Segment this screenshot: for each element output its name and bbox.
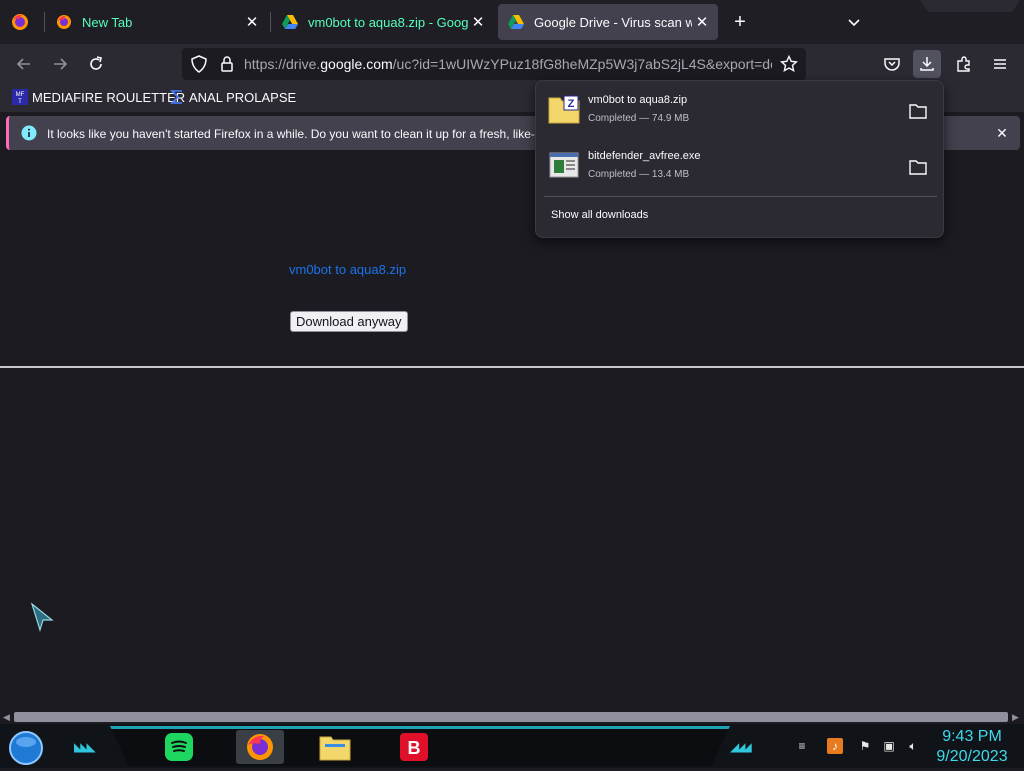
back-arrow-icon[interactable] — [10, 50, 38, 78]
file-explorer-icon[interactable] — [317, 730, 353, 764]
bookmark-mediafire-rouletter[interactable]: MF T MEDIAFIRE ROULETTER — [12, 89, 185, 105]
notification-text: It looks like you haven't started Firefo… — [47, 127, 542, 141]
download-anyway-button[interactable]: Download anyway — [290, 311, 408, 332]
downloads-panel: Z vm0bot to aqua8.zip Completed — 74.9 M… — [535, 80, 944, 238]
downloads-icon[interactable] — [913, 50, 941, 78]
google-drive-icon — [282, 15, 298, 29]
new-tab-plus-icon[interactable]: + — [729, 12, 751, 34]
exe-installer-icon — [548, 150, 580, 180]
scroll-right-icon[interactable]: ▶ — [1012, 712, 1019, 723]
action-center-flag-icon[interactable]: ⚑ — [857, 738, 873, 754]
tab-strip: New Tab ✕ vm0bot to aqua8.zip - Google D… — [0, 0, 1024, 44]
show-all-downloads-button[interactable]: Show all downloads — [551, 209, 648, 221]
tab-drive-zip[interactable]: vm0bot to aqua8.zip - Google Drive ✕ — [272, 4, 494, 40]
sigma-icon — [170, 90, 182, 104]
url-text[interactable]: https://drive.google.com/uc?id=1wUIWzYPu… — [244, 56, 772, 72]
hamburger-menu-icon[interactable] — [986, 50, 1014, 78]
decorative-chevrons: ◢◢◢ — [730, 740, 752, 754]
download-item[interactable]: Z vm0bot to aqua8.zip Completed — 74.9 M… — [544, 86, 937, 136]
close-icon[interactable]: ✕ — [468, 12, 488, 32]
divider — [0, 366, 1024, 368]
clock-date[interactable]: 9/20/2023 — [930, 748, 1014, 766]
navigation-toolbar: https://drive.google.com/uc?id=1wUIWzYPu… — [0, 44, 1024, 84]
page-content: vm0bot to aqua8.zip Download anyway — [0, 156, 1024, 710]
download-name: bitdefender_avfree.exe — [588, 150, 701, 162]
close-icon[interactable]: ✕ — [692, 12, 712, 32]
url-host: google.com — [320, 56, 393, 72]
reload-icon[interactable] — [82, 50, 110, 78]
download-name: vm0bot to aqua8.zip — [588, 94, 688, 106]
close-icon[interactable]: ✕ — [993, 124, 1011, 142]
url-bar[interactable]: https://drive.google.com/uc?id=1wUIWzYPu… — [182, 48, 806, 80]
volume-icon[interactable]: 🔈︎ — [905, 738, 921, 754]
extensions-puzzle-icon[interactable] — [950, 50, 978, 78]
brave-icon[interactable]: B — [396, 730, 432, 764]
firefox-icon[interactable] — [236, 730, 284, 764]
scroll-left-icon[interactable]: ◀ — [3, 712, 10, 723]
tab-drive-virus-warning[interactable]: Google Drive - Virus scan warning ✕ — [498, 4, 718, 40]
network-icon[interactable]: ▣ — [881, 738, 897, 754]
clock-time[interactable]: 9:43 PM — [930, 728, 1014, 746]
close-icon[interactable]: ✕ — [242, 12, 262, 32]
svg-text:Z: Z — [568, 98, 575, 110]
bookmark-anal-prolapse[interactable]: ANAL PROLAPSE — [169, 89, 296, 105]
download-status: Completed — 74.9 MB — [588, 113, 690, 124]
tab-title: New Tab — [82, 14, 133, 30]
divider — [544, 196, 937, 197]
tracking-protection-shield-icon[interactable] — [190, 55, 208, 73]
window-frame-decoration — [920, 0, 1020, 12]
bookmark-label: MEDIAFIRE ROULETTER — [32, 89, 186, 105]
forward-arrow-icon[interactable] — [46, 50, 74, 78]
spotify-icon[interactable] — [161, 730, 197, 764]
firefox-view-icon[interactable] — [10, 12, 30, 32]
file-name-link[interactable]: vm0bot to aqua8.zip — [289, 262, 406, 277]
tab-title: vm0bot to aqua8.zip - Google Drive — [308, 14, 468, 30]
horizontal-scrollbar[interactable]: ◀ ▶ — [0, 710, 1024, 724]
scrollbar-thumb[interactable] — [14, 712, 1008, 722]
svg-text:MF: MF — [16, 92, 25, 98]
info-icon — [21, 125, 37, 141]
download-status: Completed — 13.4 MB — [588, 169, 690, 180]
url-prefix: https://drive. — [244, 56, 321, 72]
start-orb-icon[interactable] — [8, 730, 44, 766]
pocket-icon[interactable] — [878, 50, 906, 78]
tab-title: Google Drive - Virus scan warning — [534, 14, 692, 30]
mediafire-icon: MFT — [12, 89, 28, 105]
google-drive-icon — [508, 15, 524, 29]
bookmark-label: ANAL PROLAPSE — [189, 89, 297, 105]
list-all-tabs-chevron-icon[interactable] — [843, 12, 865, 34]
mouse-cursor-icon — [30, 602, 56, 633]
tab-new-tab[interactable]: New Tab ✕ — [46, 4, 268, 40]
taskbar: ◣◣◣ B ◢◢◢ ≡ ♪ ⚑ ▣ 🔈︎ 9:43 PM 9/20/2023 — [0, 724, 1024, 768]
zip-archive-icon: Z — [548, 94, 580, 124]
svg-text:B: B — [408, 738, 421, 758]
decorative-chevrons: ◣◣◣ — [74, 740, 96, 754]
network-activity-icon[interactable]: ≡ — [794, 738, 810, 754]
app-tray-icon[interactable]: ♪ — [827, 738, 843, 754]
open-folder-icon[interactable] — [907, 157, 929, 177]
firefox-icon — [57, 15, 71, 29]
lock-icon[interactable] — [218, 55, 236, 73]
bookmark-star-icon[interactable] — [779, 54, 799, 73]
svg-text:T: T — [18, 99, 22, 105]
url-path: /uc?id=1wUIWzYPuz18fG8heMZp5W3j7abS2jL4S… — [392, 56, 772, 72]
open-folder-icon[interactable] — [907, 101, 929, 121]
download-item[interactable]: bitdefender_avfree.exe Completed — 13.4 … — [544, 142, 937, 192]
